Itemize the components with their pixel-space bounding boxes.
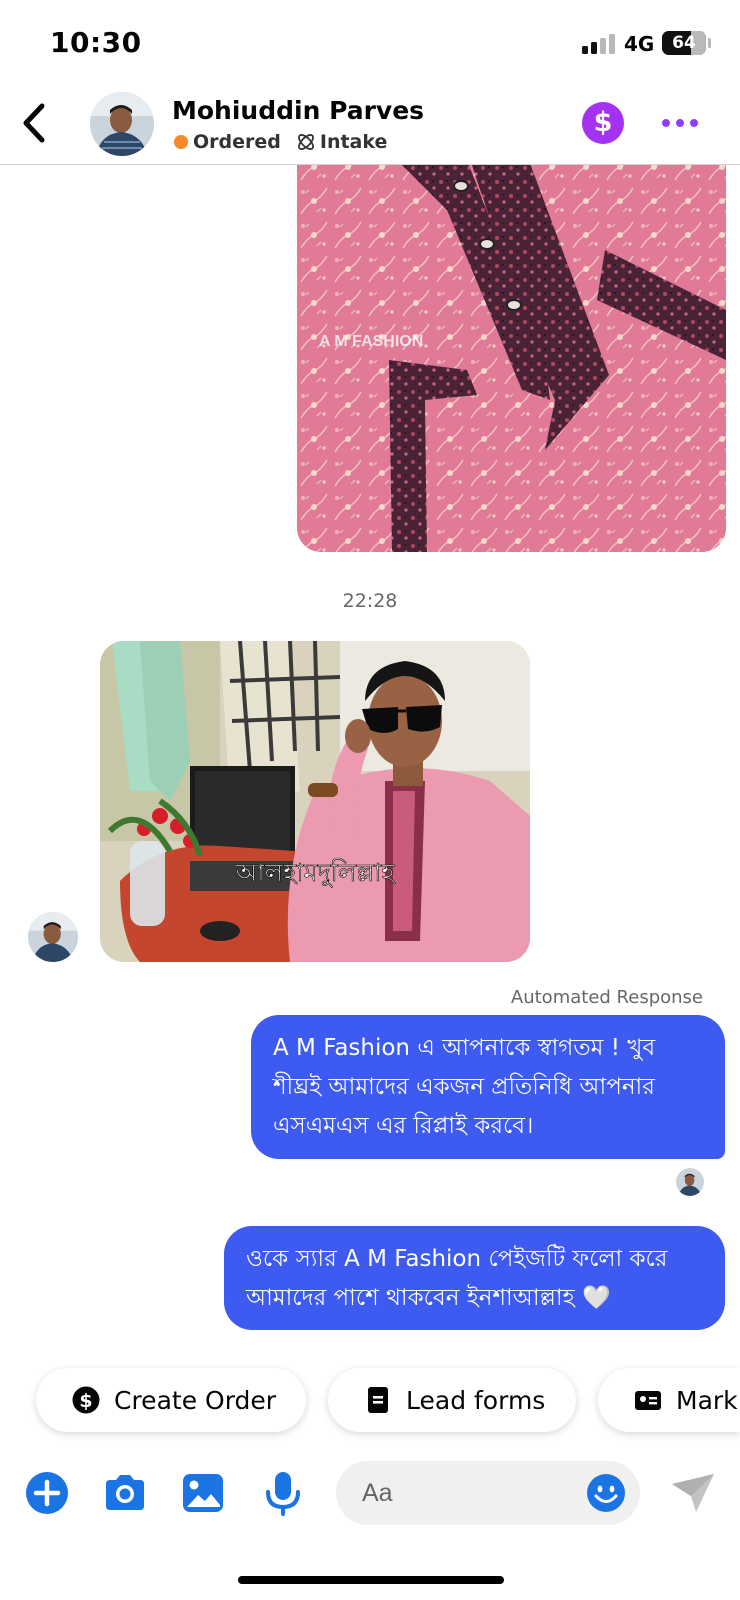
dollar-circle-icon: $ [593, 107, 613, 138]
automated-response-label: Automated Response [510, 987, 703, 1008]
status-bar: 10:30 4G 64 [0, 0, 740, 88]
send-icon [672, 1474, 714, 1512]
product-photo-message[interactable]: A M FASHION [297, 150, 726, 552]
status-time: 10:30 [50, 26, 142, 59]
outgoing-message-bubble[interactable]: ওকে স্যার A M Fashion পেইজটি ফলো করে আমা… [224, 1226, 725, 1330]
microphone-icon [266, 1472, 300, 1516]
customer-photo: আলহামদুলিল্লাহ [100, 641, 530, 962]
send-button[interactable] [670, 1470, 716, 1516]
conversation-header: Mohiuddin Parves Ordered Intake $ [0, 88, 740, 165]
message-input-box[interactable] [336, 1461, 640, 1525]
message-line: ওকে স্যার A M Fashion পেইজটি ফলো করে [246, 1246, 668, 1272]
svg-text:$: $ [79, 1390, 92, 1412]
message-line: শীঘ্রই আমাদের একজন প্রতিনিধি আপনার [273, 1074, 655, 1100]
contact-avatar[interactable] [90, 92, 154, 156]
message-timestamp: 22:28 [342, 590, 398, 612]
add-button[interactable] [24, 1470, 70, 1516]
battery-tip [708, 38, 711, 48]
outgoing-message-bubble[interactable]: A M Fashion এ আপনাকে স্বাগতম ! খুব শীঘ্র… [251, 1015, 725, 1159]
contact-labels[interactable]: Ordered Intake [174, 131, 387, 153]
status-dot-icon [174, 135, 188, 149]
product-watermark: A M FASHION [319, 333, 423, 350]
chevron-left-icon [23, 103, 45, 143]
message-line: আমাদের পাশে থাকবেন ইনশাআল্লাহ 🤍 [246, 1285, 611, 1311]
more-options-button[interactable] [660, 108, 700, 138]
battery-level: 64 [672, 33, 696, 53]
network-type: 4G [624, 32, 655, 56]
read-receipt-avatar [676, 1168, 704, 1196]
contact-name[interactable]: Mohiuddin Parves [172, 96, 424, 125]
lead-forms-chip[interactable]: Lead forms [328, 1368, 576, 1432]
chip-label: Mark [676, 1385, 738, 1415]
emoji-button[interactable] [586, 1473, 626, 1513]
message-line: A M Fashion এ আপনাকে স্বাগতম ! খুব [273, 1035, 656, 1061]
camera-button[interactable] [102, 1470, 148, 1516]
voice-button[interactable] [260, 1470, 306, 1516]
id-card-icon [635, 1391, 661, 1410]
document-icon [368, 1387, 388, 1413]
customer-photo-message[interactable]: আলহামদুলিল্লাহ [100, 641, 530, 962]
message-input[interactable] [362, 1475, 562, 1511]
camera-icon [106, 1475, 144, 1510]
back-button[interactable] [16, 100, 56, 146]
signal-strength-icon [582, 34, 618, 54]
dollar-circle-icon: $ [72, 1386, 100, 1414]
tag-intake: Intake [319, 131, 388, 153]
emoji-icon [587, 1474, 625, 1512]
tag-ordered: Ordered [193, 131, 281, 153]
create-order-chip[interactable]: $ Create Order [36, 1368, 306, 1432]
plus-icon [26, 1472, 68, 1514]
intake-icon [297, 134, 314, 150]
gallery-icon [183, 1474, 223, 1512]
more-dots-icon [662, 119, 698, 127]
battery-icon: 64 [662, 31, 706, 55]
product-photo: A M FASHION [297, 150, 726, 552]
home-indicator [238, 1576, 504, 1584]
photo-caption: আলহামদুলিল্লাহ [234, 858, 396, 888]
chip-label: Lead forms [406, 1385, 546, 1415]
gallery-button[interactable] [180, 1470, 226, 1516]
message-line: এসএমএস এর রিপ্লাই করবে। [273, 1113, 534, 1139]
sender-avatar[interactable] [28, 912, 78, 962]
payment-button[interactable]: $ [582, 102, 624, 144]
chip-label: Create Order [114, 1385, 277, 1415]
mark-chip[interactable]: Mark [598, 1368, 740, 1432]
